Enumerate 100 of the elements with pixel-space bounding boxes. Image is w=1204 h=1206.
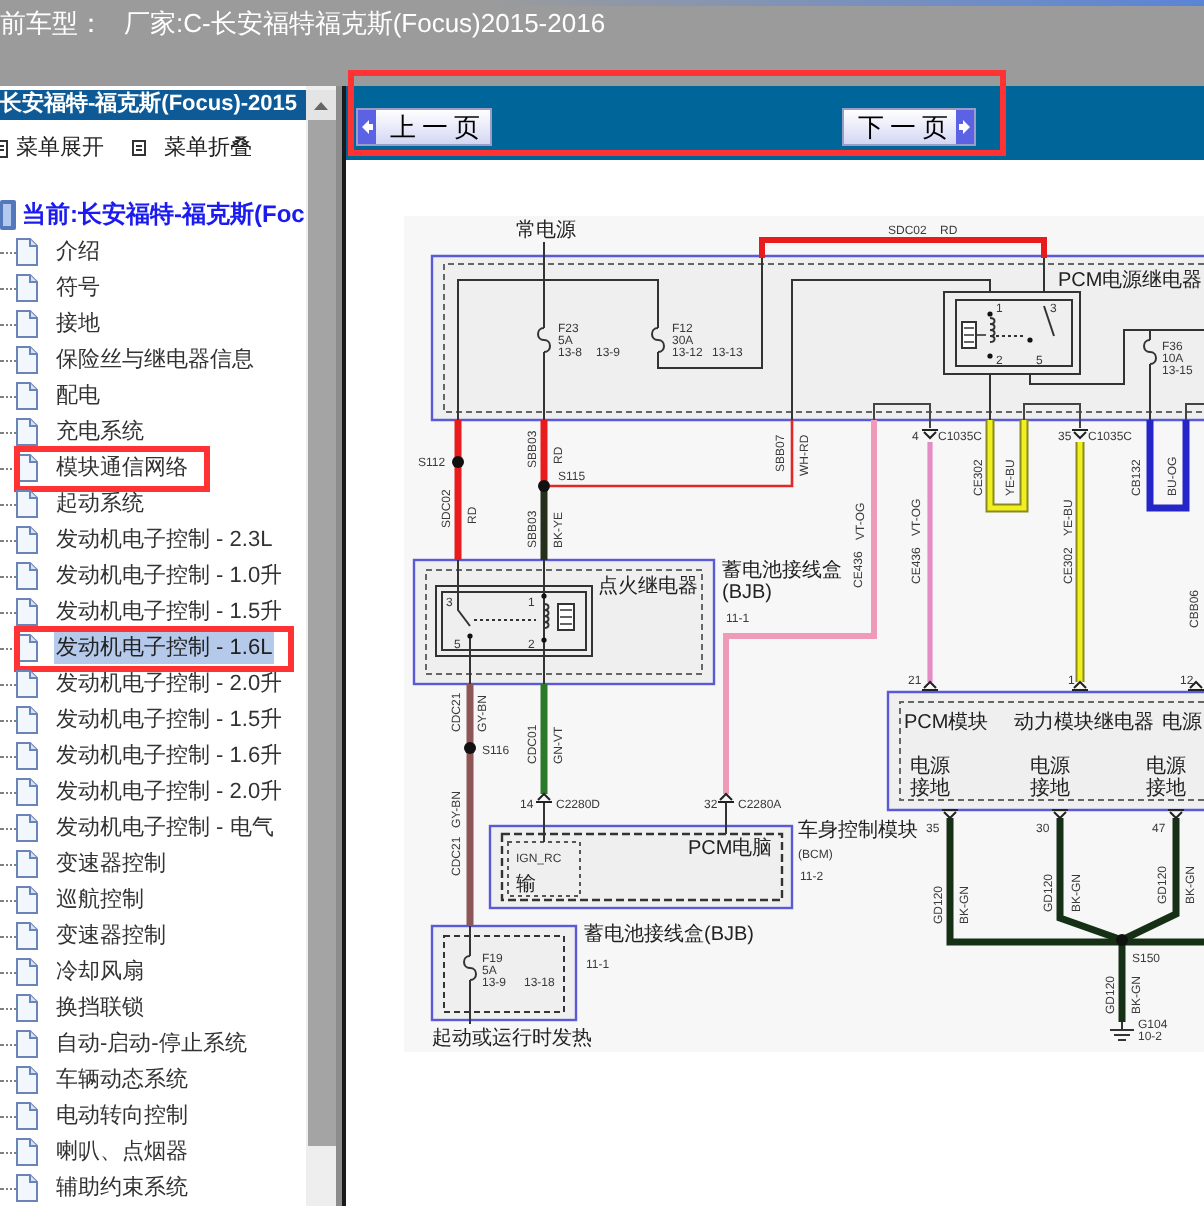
splice-dot bbox=[538, 480, 550, 492]
tree-item[interactable]: 车辆动态系统 bbox=[54, 1064, 190, 1096]
tree-item[interactable]: 变速器控制 bbox=[54, 848, 168, 880]
expand-all-button[interactable]: 菜单展开 bbox=[0, 131, 104, 165]
connector-symbol bbox=[1167, 809, 1185, 820]
page-icon bbox=[16, 418, 38, 446]
page-icon bbox=[16, 346, 38, 374]
tree-item[interactable]: 配电 bbox=[54, 380, 102, 412]
tree-item[interactable]: 发动机电子控制 - 1.6L bbox=[54, 632, 275, 664]
connector-symbol bbox=[1071, 680, 1089, 691]
page-icon bbox=[16, 526, 38, 554]
page-icon bbox=[16, 490, 38, 518]
module-label: 接地 bbox=[1146, 778, 1186, 800]
module-label: 车身控制模块 bbox=[798, 820, 918, 842]
tree-item[interactable]: 起动系统 bbox=[54, 488, 146, 520]
wire bbox=[725, 801, 727, 835]
fuse-symbol bbox=[537, 327, 551, 353]
module-label: 电源 bbox=[910, 756, 950, 778]
book-icon bbox=[0, 200, 16, 230]
page-icon bbox=[16, 1174, 38, 1202]
tree-item[interactable]: 发动机电子控制 - 2.0升 bbox=[54, 668, 285, 700]
splice-dot bbox=[1116, 934, 1128, 946]
page-icon bbox=[16, 958, 38, 986]
connector-symbol bbox=[1071, 429, 1089, 440]
fuse-symbol bbox=[463, 955, 477, 981]
tree-item[interactable]: 发动机电子控制 - 2.0升 bbox=[54, 776, 285, 808]
tree-item[interactable]: 保险丝与继电器信息 bbox=[54, 344, 256, 376]
tree-item[interactable]: 换挡联锁 bbox=[54, 992, 146, 1024]
page-icon bbox=[16, 994, 38, 1022]
relay-symbol bbox=[943, 291, 1081, 375]
sidebar-header: 长安福特-福克斯(Focus)-2015 bbox=[0, 90, 306, 120]
collapse-all-button[interactable]: 菜单折叠 bbox=[132, 131, 252, 165]
page-icon bbox=[16, 1066, 38, 1094]
splice-dot bbox=[464, 742, 476, 754]
tree-item[interactable]: 发动机电子控制 - 1.5升 bbox=[54, 704, 285, 736]
model-name: 厂家:C-长安福特福克斯(Focus)2015-2016 bbox=[124, 8, 606, 40]
connector-symbol bbox=[717, 792, 735, 803]
model-label: 前车型： bbox=[0, 8, 104, 40]
tree-item[interactable]: 接地 bbox=[54, 308, 102, 340]
tree-item[interactable]: 模块通信网络 bbox=[54, 452, 190, 484]
module-label: 接地 bbox=[1030, 778, 1070, 800]
page-icon bbox=[16, 238, 38, 266]
page-icon bbox=[16, 670, 38, 698]
module-label: 点火继电器 bbox=[598, 576, 698, 598]
page-icon bbox=[16, 706, 38, 734]
page-icon bbox=[16, 310, 38, 338]
next-page-button[interactable]: 下一页 bbox=[842, 108, 976, 146]
page-icon bbox=[16, 274, 38, 302]
pane-splitter[interactable] bbox=[336, 86, 346, 1206]
module-label: 电源 bbox=[1162, 712, 1202, 734]
module-label: PCM电源继电器 bbox=[1058, 270, 1203, 292]
connector-symbol bbox=[535, 792, 553, 803]
tree-item[interactable]: 电动转向控制 bbox=[54, 1100, 190, 1132]
page-icon bbox=[16, 562, 38, 590]
connector-symbol bbox=[941, 809, 959, 820]
connector-symbol bbox=[921, 680, 939, 691]
tree-item[interactable]: 符号 bbox=[54, 272, 102, 304]
tree-item[interactable]: 辅助约束系统 bbox=[54, 1172, 190, 1204]
tree-item[interactable]: 发动机电子控制 - 1.6升 bbox=[54, 740, 285, 772]
circuit-label: 常电源 bbox=[516, 220, 576, 242]
scroll-up-button[interactable] bbox=[306, 90, 336, 120]
tree-item[interactable]: 发动机电子控制 - 电气 bbox=[54, 812, 276, 844]
caret-up-icon bbox=[314, 101, 328, 109]
connector-symbol bbox=[921, 429, 939, 440]
ground-symbol bbox=[1109, 1021, 1135, 1041]
tree-root-label[interactable]: 当前:长安福特-福克斯(Foc bbox=[22, 196, 305, 234]
module-label: 动力模块继电器 bbox=[1014, 712, 1154, 734]
module-label: 电源 bbox=[1030, 756, 1070, 778]
page-icon bbox=[16, 598, 38, 626]
tree-item[interactable]: 巡航控制 bbox=[54, 884, 146, 916]
module-label: PCM模块 bbox=[904, 712, 989, 734]
module-label: 接地 bbox=[910, 778, 950, 800]
module-label: 电源 bbox=[1146, 756, 1186, 778]
tree-item[interactable]: 喇叭、点烟器 bbox=[54, 1136, 190, 1168]
module-label: 蓄电池接线盒(BJB) bbox=[584, 924, 754, 946]
tree-item[interactable]: 冷却风扇 bbox=[54, 956, 146, 988]
page-icon bbox=[16, 382, 38, 410]
list-box-icon bbox=[132, 140, 146, 156]
tree-item[interactable]: 发动机电子控制 - 1.5升 bbox=[54, 596, 285, 628]
page-icon bbox=[16, 886, 38, 914]
page-icon bbox=[16, 1030, 38, 1058]
fuse-symbol bbox=[1143, 339, 1157, 365]
splice-dot bbox=[452, 456, 464, 468]
module-label: 蓄电池接线盒(BJB) bbox=[722, 560, 844, 604]
tree-item[interactable]: 发动机电子控制 - 2.3L bbox=[54, 524, 275, 556]
tree-item[interactable]: 自动-启动-停止系统 bbox=[54, 1028, 249, 1060]
page-icon bbox=[16, 814, 38, 842]
page-icon bbox=[16, 850, 38, 878]
circuit-label: 起动或运行时发热 bbox=[432, 1028, 592, 1050]
module-label: PCM电脑 bbox=[688, 838, 773, 860]
page-icon bbox=[16, 922, 38, 950]
wire bbox=[543, 801, 545, 843]
tree-item[interactable]: 变速器控制 bbox=[54, 920, 168, 952]
previous-page-button[interactable]: 上一页 bbox=[356, 108, 492, 146]
page-icon bbox=[16, 1138, 38, 1166]
tree-item[interactable]: 发动机电子控制 - 1.0升 bbox=[54, 560, 285, 592]
tree-item[interactable]: 充电系统 bbox=[54, 416, 146, 448]
connector-symbol bbox=[1187, 680, 1204, 691]
tree-item[interactable]: 介绍 bbox=[54, 236, 102, 268]
fuse-symbol bbox=[651, 327, 665, 353]
